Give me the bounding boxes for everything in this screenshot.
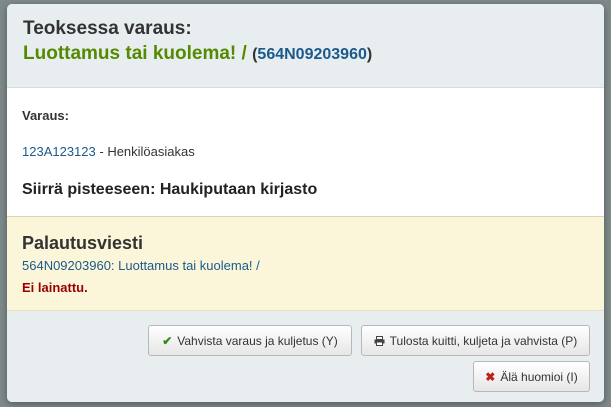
dialog-footer: ✔ Vahvista varaus ja kuljetus (Y) Tulost… xyxy=(7,311,604,402)
item-barcode-link[interactable]: 564N09203960 xyxy=(257,46,366,63)
dialog-title-prefix: Teoksessa varaus: xyxy=(23,18,192,39)
close-paren: ) xyxy=(366,46,373,63)
ignore-button[interactable]: ✖ Älä huomioi (I) xyxy=(473,361,590,392)
confirm-hold-transfer-button[interactable]: ✔ Vahvista varaus ja kuljetus (Y) xyxy=(148,325,352,356)
reservation-label: Varaus: xyxy=(22,108,69,123)
print-icon xyxy=(374,335,385,346)
patron-line: 123A123123 - Henkilöasiakas xyxy=(22,144,195,159)
ignore-button-label: Älä huomioi (I) xyxy=(500,369,578,384)
confirm-button-label: Vahvista varaus ja kuljetus (Y) xyxy=(177,333,338,348)
print-button-label: Tulosta kuitti, kuljeta ja vahvista (P) xyxy=(389,333,578,348)
dialog-header: Teoksessa varaus: Luottamus tai kuolema!… xyxy=(7,4,604,88)
print-slip-button[interactable]: Tulosta kuitti, kuljeta ja vahvista (P) xyxy=(361,325,590,356)
return-message-alert: Palautusviesti 564N09203960: Luottamus t… xyxy=(7,216,604,311)
transfer-destination: Siirrä pisteeseen: Haukiputaan kirjasto xyxy=(22,181,318,198)
dialog-title: Luottamus tai kuolema! / (564N09203960) xyxy=(23,41,604,68)
hold-found-dialog: Teoksessa varaus: Luottamus tai kuolema!… xyxy=(7,4,604,402)
item-title: Luottamus tai kuolema! / xyxy=(23,43,247,64)
close-icon: ✖ xyxy=(485,369,496,384)
returned-item-link[interactable]: 564N09203960: Luottamus tai kuolema! / xyxy=(22,258,260,273)
patron-separator: - xyxy=(95,144,108,159)
patron-card-link[interactable]: 123A123123 xyxy=(22,144,96,159)
check-icon: ✔ xyxy=(162,333,173,348)
patron-category: Henkilöasiakas xyxy=(107,144,195,159)
not-checked-out-warning: Ei lainattu. xyxy=(22,280,88,295)
return-message-title: Palautusviesti xyxy=(22,233,144,253)
